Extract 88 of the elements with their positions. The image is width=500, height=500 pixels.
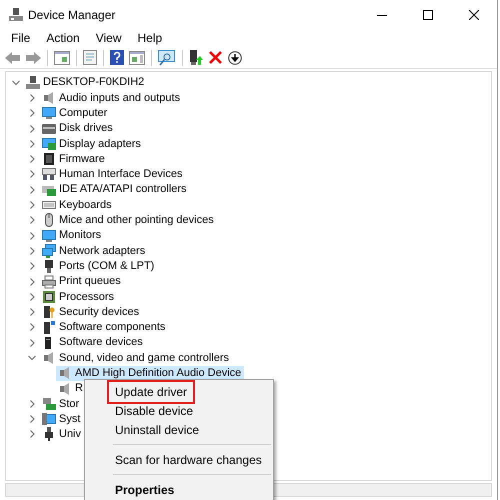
tree-item[interactable]: AMD High Definition Audio Device [56,366,244,381]
tree-item[interactable]: DESKTOP-F0KDIH2 [43,74,144,91]
device-icon [58,366,72,380]
expand-chevron-icon[interactable] [28,232,36,240]
tree-item[interactable]: Human Interface Devices [59,166,182,183]
tree-item[interactable]: Univ [59,426,82,443]
enable-device-icon[interactable] [189,50,203,66]
expand-chevron-icon[interactable] [28,155,36,164]
device-icon [42,290,56,304]
device-icon [42,396,56,411]
action-pane-icon[interactable] [129,50,145,64]
device-icon [42,244,56,258]
expand-chevron-icon[interactable] [28,262,36,270]
tree-item[interactable]: Processors [59,288,114,306]
menu-option[interactable]: Scan for hardware changes [107,448,270,472]
expand-chevron-icon[interactable] [28,278,36,286]
expand-chevron-icon[interactable] [28,323,36,332]
menu-item[interactable]: Help [130,29,170,47]
expand-chevron-icon[interactable] [28,201,36,210]
tree-item[interactable]: Software components [59,319,166,336]
device-icon [42,320,56,334]
collapse-chevron-icon[interactable] [28,354,36,362]
close-icon [469,10,479,20]
expand-chevron-icon[interactable] [28,400,36,408]
expand-chevron-icon[interactable] [28,292,36,301]
device-icon [42,152,56,166]
tree-item[interactable]: Network adapters [59,242,146,260]
device-icon [42,90,56,105]
device-icon [42,274,56,288]
menu-item[interactable]: View [88,29,130,47]
window-title: Device Manager [28,7,116,24]
device-icon [42,259,56,274]
tree-item[interactable]: Syst [59,410,80,428]
uninstall-x-icon[interactable] [209,51,222,64]
expand-chevron-icon[interactable] [28,415,36,424]
tree-item[interactable]: Security devices [59,304,140,320]
expand-chevron-icon[interactable] [28,216,36,224]
tree-item[interactable]: Display adapters [59,136,141,152]
device-icon [42,213,56,228]
expand-chevron-icon[interactable] [28,338,36,347]
tree-item[interactable]: Print queues [59,273,121,290]
tree-item[interactable]: Monitors [59,227,102,244]
tree-item[interactable]: Audio inputs and outputs [59,90,180,106]
properties-icon[interactable] [83,50,97,65]
minimize-icon [377,14,387,16]
tree-item[interactable]: Sound, video and game controllers [59,350,229,366]
tree-item[interactable]: Computer [59,104,108,122]
expand-chevron-icon[interactable] [28,170,36,178]
tree-item[interactable]: Mice and other pointing devices [59,212,214,229]
monitor-search-icon[interactable] [158,50,176,66]
device-icon [42,167,56,182]
expand-chevron-icon[interactable] [28,430,36,438]
device-icon [42,305,56,320]
collapse-chevron-icon[interactable] [12,78,20,87]
device-icon [42,106,56,120]
tree-item[interactable]: R [56,381,86,396]
menu-item[interactable]: File [3,29,38,47]
device-icon [42,136,56,151]
tree-item[interactable]: Ports (COM & LPT) [59,258,154,274]
tree-item[interactable]: IDE ATA/ATAPI controllers [59,181,187,198]
forward-arrow-icon[interactable] [25,52,41,64]
tree-item[interactable]: Disk drives [59,120,113,137]
expand-chevron-icon[interactable] [28,308,36,316]
device-icon [42,350,56,365]
tree-item[interactable]: Keyboards [59,196,112,214]
expand-chevron-icon[interactable] [28,94,36,102]
menu-option[interactable]: Properties [107,478,182,500]
tree-item[interactable]: Firmware [59,150,105,168]
device-icon [26,76,40,90]
console-tree-icon[interactable] [54,50,70,64]
tree-item[interactable]: Software devices [59,334,143,351]
menu-item[interactable]: Action [38,29,88,47]
device-manager-icon [9,8,23,22]
back-arrow-icon[interactable] [5,52,21,64]
expand-chevron-icon[interactable] [28,109,36,118]
device-icon [42,427,56,442]
device-icon [42,412,56,426]
expand-chevron-icon[interactable] [28,124,36,133]
expand-chevron-icon[interactable] [28,186,36,194]
help-icon[interactable] [110,50,124,65]
maximize-icon [423,10,433,20]
tree-item[interactable]: Stor [59,396,80,412]
expand-chevron-icon[interactable] [28,246,36,255]
expand-chevron-icon[interactable] [28,140,36,148]
device-icon [42,122,56,136]
menu-option[interactable]: Update driver [107,380,196,404]
device-icon [58,382,72,396]
device-icon [42,228,56,243]
